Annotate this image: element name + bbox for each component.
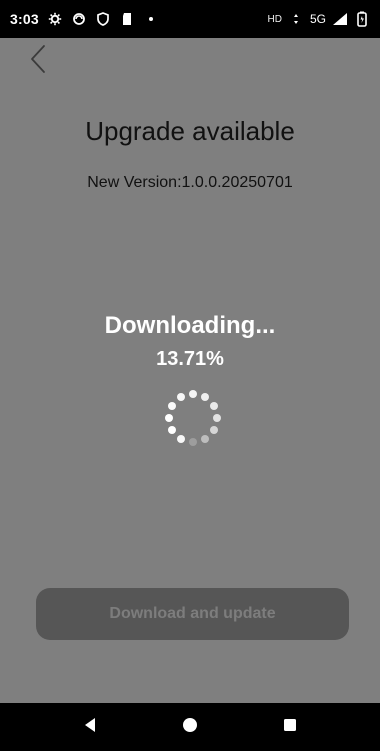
download-update-button[interactable]: Download and update [36, 588, 349, 640]
signal-icon [332, 11, 348, 27]
page-title: Upgrade available [85, 116, 295, 146]
version-text: New Version:1.0.0.20250701 [87, 174, 293, 191]
download-status: Downloading... [104, 312, 276, 339]
status-left: 3:03 [10, 11, 159, 27]
status-bar: 3:03 HD 5G [0, 0, 380, 38]
loading-spinner [155, 382, 231, 458]
gear-icon [47, 11, 63, 27]
status-time: 3:03 [10, 11, 39, 27]
download-progress-text: 13.71% [156, 348, 224, 370]
sd-card-icon [119, 11, 135, 27]
nav-back-button[interactable] [75, 712, 105, 742]
back-triangle-icon [83, 717, 97, 738]
back-icon [28, 44, 48, 79]
network-type: 5G [309, 12, 326, 26]
nav-home-button[interactable] [175, 712, 205, 742]
back-button[interactable] [22, 44, 54, 78]
hd-label: HD [267, 13, 282, 25]
status-right: HD 5G [268, 11, 370, 27]
home-circle-icon [181, 716, 199, 739]
sync-icon [71, 11, 87, 27]
dot-icon [143, 11, 159, 27]
navigation-bar [0, 703, 380, 751]
upgrade-screen: 3:03 HD 5G Upgrade available New Version… [0, 0, 380, 751]
battery-icon [354, 11, 370, 27]
recents-square-icon [282, 717, 298, 738]
nav-recents-button[interactable] [275, 712, 305, 742]
shield-icon [95, 11, 111, 27]
wifi-icon [288, 11, 304, 27]
